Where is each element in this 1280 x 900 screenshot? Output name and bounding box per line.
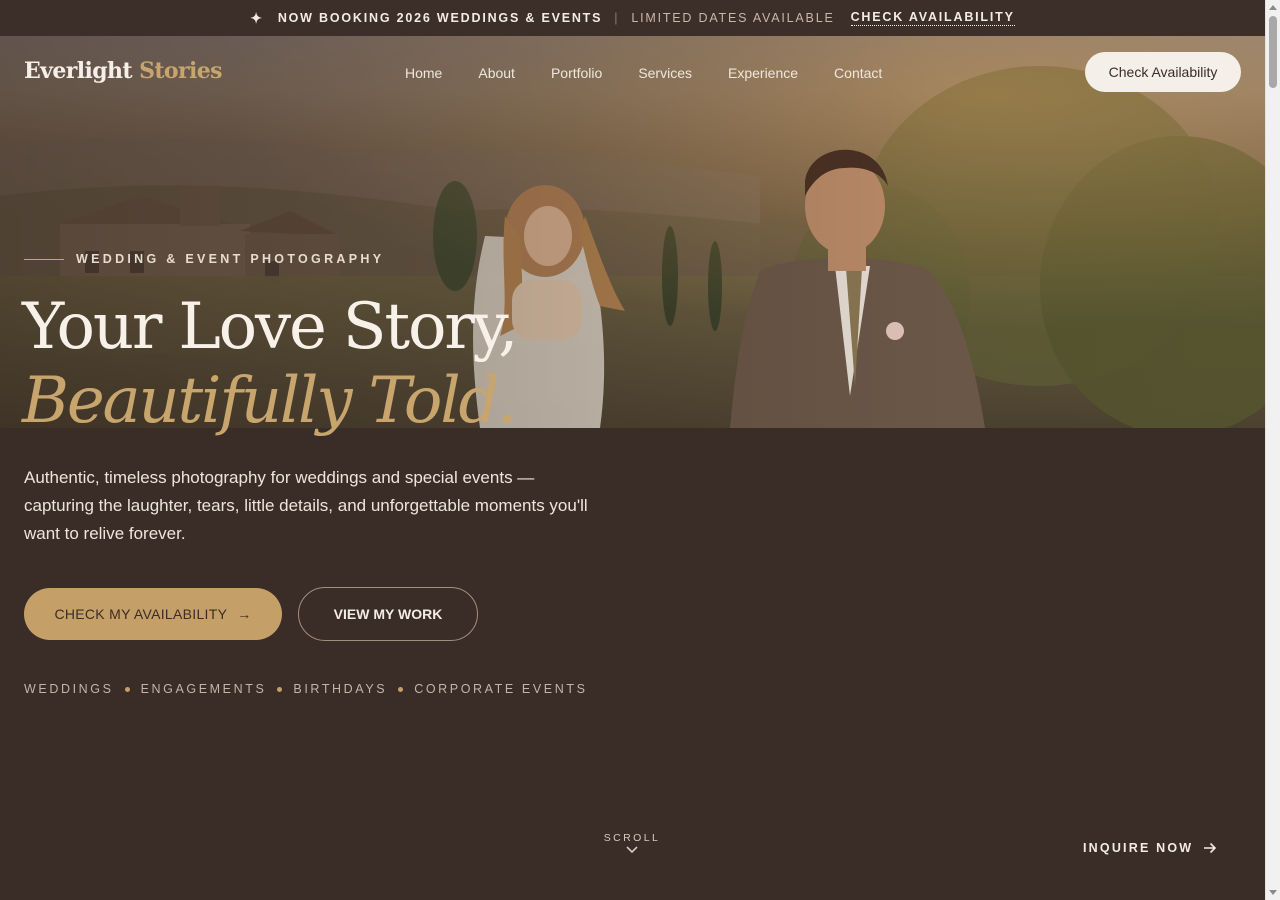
tag-dot (398, 686, 404, 692)
announcement-note: LIMITED DATES AVAILABLE (631, 11, 835, 25)
tag-dot (124, 686, 130, 692)
headline-line-2: Beautifully Told. (22, 364, 518, 438)
scroll-indicator[interactable]: SCROLL (596, 832, 668, 854)
hero-description: Authentic, timeless photography for wedd… (24, 468, 588, 543)
site-header: Everlight Stories Home About Portfolio S… (0, 36, 1265, 108)
scroll-up-arrow-icon[interactable] (1269, 5, 1277, 10)
eyebrow-divider (24, 258, 64, 260)
scroll-down-arrow-icon[interactable] (1269, 890, 1277, 895)
hero-eyebrow: WEDDING & EVENT PHOTOGRAPHY (24, 252, 384, 266)
four-point-star-icon: ✦ (250, 9, 264, 26)
nav-item-services[interactable]: Services (638, 65, 692, 81)
nav-item-experience[interactable]: Experience (728, 65, 798, 81)
nav-item-about[interactable]: About (478, 65, 515, 81)
main-menu: Home About Portfolio Services Experience… (405, 65, 918, 81)
tag-engagements: ENGAGEMENTS (140, 682, 267, 696)
announcement-separator: | (614, 11, 620, 25)
check-my-availability-button[interactable]: CHECK MY AVAILABILITY → (24, 588, 282, 640)
tag-weddings: WEDDINGS (24, 682, 114, 696)
inquire-label: INQUIRE NOW (1083, 841, 1194, 855)
tag-corporate-events: CORPORATE EVENTS (414, 682, 588, 696)
page-scrollbar[interactable] (1265, 0, 1280, 900)
scrollbar-thumb[interactable] (1269, 16, 1277, 88)
tag-dot (277, 686, 283, 692)
check-availability-button[interactable]: Check Availability (1085, 52, 1241, 92)
chevron-down-icon (626, 846, 638, 854)
primary-button-label: CHECK MY AVAILABILITY (54, 606, 228, 622)
view-my-work-button[interactable]: VIEW MY WORK (298, 587, 478, 641)
brand-first: Everlight (24, 58, 133, 84)
scroll-label: SCROLL (603, 832, 661, 844)
nav-item-contact[interactable]: Contact (834, 65, 882, 81)
arrow-right-icon: → (237, 606, 252, 622)
arrow-right-icon (1204, 842, 1217, 854)
nav-item-portfolio[interactable]: Portfolio (551, 65, 602, 81)
eyebrow-text: WEDDING & EVENT PHOTOGRAPHY (76, 252, 385, 266)
announcement-headline: NOW BOOKING 2026 WEDDINGS & EVENTS (277, 11, 603, 25)
announcement-bar: ✦ NOW BOOKING 2026 WEDDINGS & EVENTS | L… (0, 0, 1265, 36)
inquire-now-link[interactable]: INQUIRE NOW (1083, 841, 1217, 855)
brand-logo[interactable]: Everlight Stories (24, 58, 223, 84)
tag-birthdays: BIRTHDAYS (293, 682, 388, 696)
announcement-check-availability-link[interactable]: CHECK AVAILABILITY (850, 10, 1015, 26)
nav-item-home[interactable]: Home (405, 65, 442, 81)
brand-second: Stories (139, 58, 222, 84)
hero-headline: Your Love Story, Beautifully Told. (22, 290, 518, 438)
headline-line-1: Your Love Story, (22, 290, 518, 364)
service-tags: WEDDINGS ENGAGEMENTS BIRTHDAYS CORPORATE… (24, 682, 588, 696)
